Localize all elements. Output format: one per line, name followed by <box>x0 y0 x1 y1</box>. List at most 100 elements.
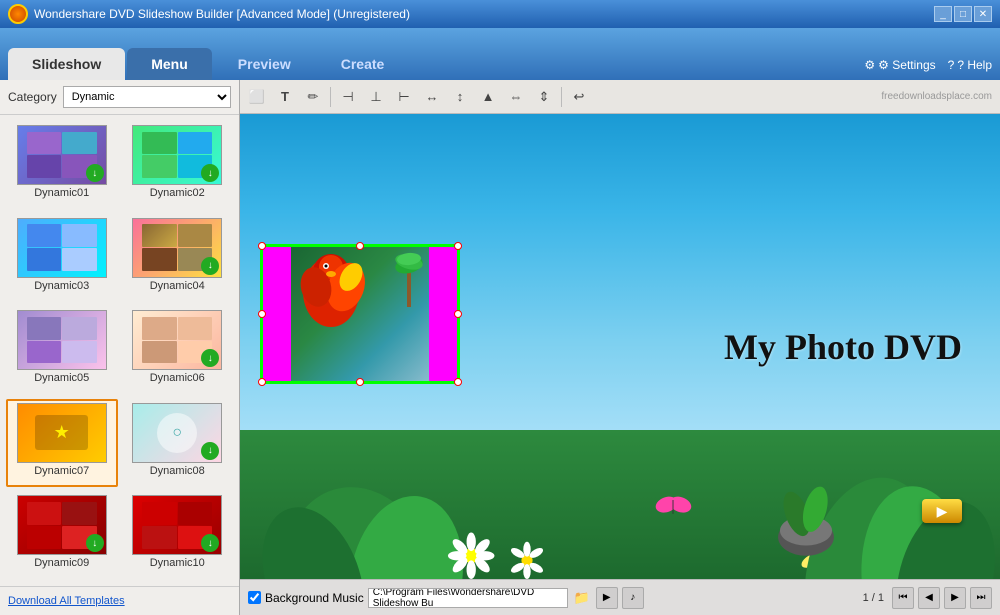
canvas-area[interactable]: ▶ <box>240 114 1000 579</box>
bg-music-path: C:\Program Files\Wondershare\DVD Slidesh… <box>368 588 568 608</box>
template-thumb-d09: ↓ <box>17 495 107 555</box>
template-thumb-d03 <box>17 218 107 278</box>
maximize-button[interactable]: □ <box>954 6 972 22</box>
tab-bar: Slideshow Menu Preview Create ⚙ ⚙ Settin… <box>0 28 1000 80</box>
align-left-button[interactable]: ⊣ <box>335 84 361 110</box>
stop-music-button[interactable]: ♪ <box>622 587 644 609</box>
gear-icon: ⚙ <box>864 58 875 72</box>
flip-v-icon: ⇕ <box>539 89 550 105</box>
category-select[interactable]: Dynamic <box>63 86 231 108</box>
canvas-selected-element[interactable] <box>260 244 460 384</box>
select-icon: ⬜ <box>249 89 265 105</box>
align-left-icon: ⊣ <box>342 89 353 105</box>
browse-music-button[interactable]: 📁 <box>572 588 592 608</box>
tab-menu[interactable]: Menu <box>127 48 212 80</box>
bg-music-label: Background Music <box>265 591 364 605</box>
tab-preview[interactable]: Preview <box>214 48 315 80</box>
left-panel: Category Dynamic ↓ <box>0 80 240 615</box>
template-item-d04[interactable]: ↓ Dynamic04 <box>122 214 234 303</box>
template-thumb-d02: ↓ <box>132 125 222 185</box>
undo-button[interactable]: ↩ <box>566 84 592 110</box>
handle-middle-left[interactable] <box>258 310 266 318</box>
template-grid: ↓ Dynamic01 ↓ <box>0 115 239 586</box>
toolbar-separator-1 <box>330 87 331 107</box>
app-title: Wondershare DVD Slideshow Builder [Advan… <box>34 7 410 21</box>
template-item-d09[interactable]: ↓ Dynamic09 <box>6 491 118 580</box>
window-controls[interactable]: _ □ ✕ <box>934 6 992 22</box>
template-label-d06: Dynamic06 <box>150 372 205 384</box>
handle-middle-right[interactable] <box>454 310 462 318</box>
play-button[interactable]: ▶ <box>922 499 962 523</box>
right-panel: ⬜ T ✏ ⊣ ⊥ ⊢ ↔ ↕ ▲ <box>240 80 1000 615</box>
category-label: Category <box>8 90 57 104</box>
template-item-d02[interactable]: ↓ Dynamic02 <box>122 121 234 210</box>
template-item-d08[interactable]: ○ ↓ Dynamic08 <box>122 399 234 488</box>
template-label-d04: Dynamic04 <box>150 280 205 292</box>
category-bar: Category Dynamic <box>0 80 239 115</box>
flip-h-icon: ⇔ <box>510 89 523 104</box>
prev-start-button[interactable]: ⏮ <box>892 587 914 609</box>
main-layout: Category Dynamic ↓ <box>0 80 1000 615</box>
template-label-d08: Dynamic08 <box>150 465 205 477</box>
flip-h-button[interactable]: ⇔ <box>503 84 529 110</box>
template-label-d10: Dynamic10 <box>150 557 205 569</box>
align-center-icon: ⊥ <box>370 89 381 105</box>
template-thumb-d06: ↓ <box>132 310 222 370</box>
template-thumb-d10: ↓ <box>132 495 222 555</box>
template-item-d07[interactable]: ★ Dynamic07 <box>6 399 118 488</box>
next-end-button[interactable]: ⏭ <box>970 587 992 609</box>
template-item-d01[interactable]: ↓ Dynamic01 <box>6 121 118 210</box>
download-all-link[interactable]: Download All Templates <box>0 586 239 615</box>
close-button[interactable]: ✕ <box>974 6 992 22</box>
bring-front-button[interactable]: ▲ <box>475 84 501 110</box>
align-right-icon: ⊢ <box>398 89 409 105</box>
template-item-d06[interactable]: ↓ Dynamic06 <box>122 306 234 395</box>
undo-icon: ↩ <box>574 89 585 105</box>
template-label-d01: Dynamic01 <box>34 187 89 199</box>
distribute-h-icon: ↔ <box>426 89 439 104</box>
flip-v-button[interactable]: ⇕ <box>531 84 557 110</box>
align-right-button[interactable]: ⊢ <box>391 84 417 110</box>
download-icon-d09: ↓ <box>86 534 104 552</box>
text-tool-button[interactable]: T <box>272 84 298 110</box>
minimize-button[interactable]: _ <box>934 6 952 22</box>
tab-create[interactable]: Create <box>317 48 409 80</box>
template-item-d03[interactable]: Dynamic03 <box>6 214 118 303</box>
pencil-tool-button[interactable]: ✏ <box>300 84 326 110</box>
template-label-d07: Dynamic07 <box>34 465 89 477</box>
tab-slideshow[interactable]: Slideshow <box>8 48 125 80</box>
settings-button[interactable]: ⚙ ⚙ Settings <box>864 58 935 72</box>
next-button[interactable]: ▶ <box>944 587 966 609</box>
distribute-v-button[interactable]: ↕ <box>447 84 473 110</box>
canvas-title: My Photo DVD <box>724 326 962 368</box>
help-icon: ? <box>948 58 955 72</box>
handle-bottom-middle[interactable] <box>356 378 364 386</box>
download-icon-d01: ↓ <box>86 164 104 182</box>
handle-bottom-right[interactable] <box>454 378 462 386</box>
handle-top-left[interactable] <box>258 242 266 250</box>
template-thumb-d08: ○ ↓ <box>132 403 222 463</box>
download-icon-d08: ↓ <box>201 442 219 460</box>
flowers-decoration <box>240 393 1000 579</box>
template-item-d05[interactable]: Dynamic05 <box>6 306 118 395</box>
handle-top-right[interactable] <box>454 242 462 250</box>
template-item-d10[interactable]: ↓ Dynamic10 <box>122 491 234 580</box>
bg-music-checkbox[interactable] <box>248 591 261 604</box>
page-indicator: 1 / 1 <box>859 592 888 604</box>
watermark-text: freedownloadsplace.com <box>881 91 996 102</box>
text-icon: T <box>281 89 289 104</box>
template-label-d05: Dynamic05 <box>34 372 89 384</box>
toolbar: ⬜ T ✏ ⊣ ⊥ ⊢ ↔ ↕ ▲ <box>240 80 1000 114</box>
help-button[interactable]: ? ? Help <box>948 58 992 72</box>
app-logo <box>8 4 28 24</box>
bottom-bar: Background Music C:\Program Files\Wonder… <box>240 579 1000 615</box>
handle-top-middle[interactable] <box>356 242 364 250</box>
template-thumb-d01: ↓ <box>17 125 107 185</box>
distribute-h-button[interactable]: ↔ <box>419 84 445 110</box>
handle-bottom-left[interactable] <box>258 378 266 386</box>
template-label-d02: Dynamic02 <box>150 187 205 199</box>
play-music-button[interactable]: ▶ <box>596 587 618 609</box>
prev-button[interactable]: ◀ <box>918 587 940 609</box>
align-center-button[interactable]: ⊥ <box>363 84 389 110</box>
select-tool-button[interactable]: ⬜ <box>244 84 270 110</box>
